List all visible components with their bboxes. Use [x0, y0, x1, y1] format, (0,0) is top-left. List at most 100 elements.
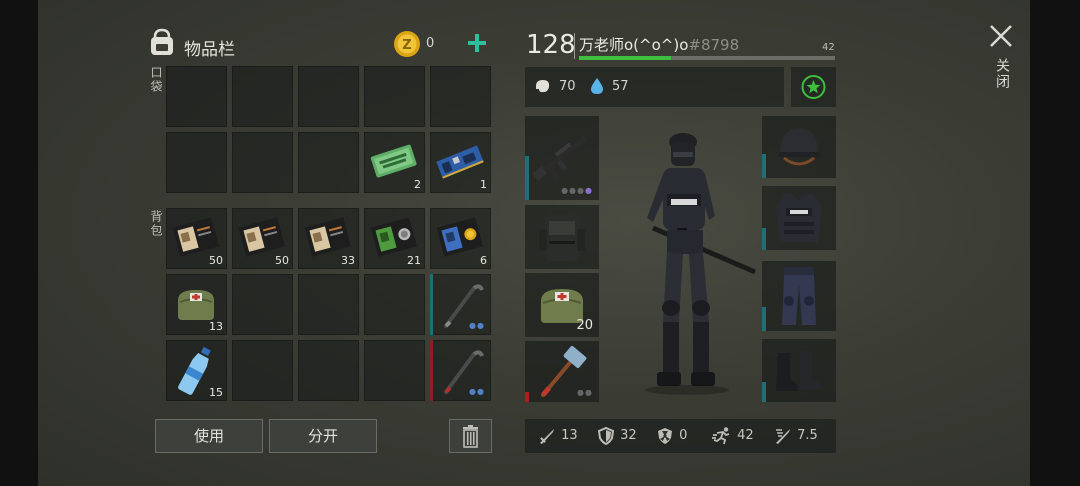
melee-slot[interactable]: ●● [525, 341, 599, 402]
backpack-slot[interactable] [364, 274, 425, 335]
backpack-slot-medkit-bag[interactable]: 13 [166, 274, 227, 335]
pants-slot[interactable] [762, 261, 836, 331]
durability-bar [762, 382, 766, 402]
item-count: 2 [414, 178, 421, 191]
helmet-icon [778, 128, 820, 166]
pocket-label: 口袋 [149, 66, 163, 94]
coin-icon: Z [393, 30, 421, 58]
weapon-slot[interactable]: ●●●● [525, 116, 599, 200]
pocket-slot[interactable] [232, 66, 293, 127]
item-count: 1 [480, 178, 487, 191]
defense-stat: 32 [596, 420, 637, 452]
stomach-icon [533, 76, 553, 96]
pocket-slot[interactable] [166, 132, 227, 193]
radiation-icon [658, 427, 672, 444]
character-model [623, 132, 763, 400]
helmet-slot[interactable] [762, 116, 836, 178]
durability-bar [430, 274, 433, 335]
boots-icon [776, 351, 822, 391]
backpack-slot-green-id-document[interactable]: 21 [364, 208, 425, 269]
pocket-slot[interactable] [298, 132, 359, 193]
backpack-slot[interactable] [298, 340, 359, 401]
svg-text:Z: Z [402, 38, 411, 53]
tactical-backpack-icon [539, 215, 585, 261]
player-id: #8798 [688, 36, 740, 54]
speed-value: 42 [737, 428, 754, 443]
water-value: 57 [612, 79, 629, 94]
pocket-slot[interactable] [430, 66, 491, 127]
close-button[interactable]: 关闭 [986, 22, 1016, 102]
player-level: 128 [526, 30, 576, 60]
body-armor-icon [776, 194, 822, 242]
pocket-slot[interactable] [298, 66, 359, 127]
water-drop-icon [589, 76, 605, 96]
durability-bar [762, 154, 766, 178]
xp-bar-fill [579, 56, 672, 60]
durability-bar [762, 228, 766, 250]
backpack-slot-equipped[interactable] [525, 205, 599, 269]
attack-stat: 13 [537, 420, 578, 452]
quality-dots: ●●●● [561, 186, 593, 195]
food-value: 70 [559, 79, 576, 94]
item-count: 20 [576, 318, 593, 333]
use-button[interactable]: 使用 [155, 419, 263, 453]
shield-icon [597, 426, 615, 445]
backpack-slot-crowbar[interactable]: ●● [430, 274, 491, 335]
inventory-title: 物品栏 [184, 40, 235, 60]
pocket-slot[interactable] [232, 132, 293, 193]
body-armor-slot[interactable] [762, 186, 836, 250]
item-count: 21 [407, 254, 421, 267]
running-icon [712, 426, 730, 444]
item-count: 15 [209, 386, 223, 399]
defense-value: 32 [620, 428, 637, 443]
backpack-slot[interactable] [364, 340, 425, 401]
close-label: 关闭 [994, 58, 1010, 90]
item-count: 6 [480, 254, 487, 267]
durability-bar [762, 307, 766, 331]
backpack-label: 背包 [149, 210, 163, 238]
backpack-slot[interactable] [232, 340, 293, 401]
backpack-slot[interactable] [232, 274, 293, 335]
medkit-slot[interactable]: 20 [525, 273, 599, 337]
star-badge-icon [801, 75, 826, 99]
coin-count: 0 [426, 36, 435, 51]
other-value: 7.5 [797, 428, 818, 443]
add-coins-button[interactable] [465, 30, 489, 56]
pocket-slot[interactable] [166, 66, 227, 127]
quality-dots: ●● [469, 321, 485, 330]
game-screen: 物品栏 Z 0 口袋 背包 2 1 50 50 33 21 6 13 ●● 15… [38, 0, 1030, 486]
backpack-icon [148, 27, 176, 57]
backpack-slot-id-document[interactable]: 50 [166, 208, 227, 269]
backpack-slot-blue-id-document[interactable]: 6 [430, 208, 491, 269]
durability-bar [525, 392, 529, 402]
header-divider [574, 33, 575, 59]
durability-bar [525, 156, 529, 200]
xp-value: 42 [822, 42, 835, 53]
item-count: 13 [209, 320, 223, 333]
speed-stat: 42 [711, 420, 754, 452]
crossed-swords-icon [776, 428, 790, 444]
radiation-value: 0 [679, 428, 688, 443]
trash-button[interactable] [449, 419, 492, 453]
split-button[interactable]: 分开 [269, 419, 377, 453]
backpack-slot[interactable] [298, 274, 359, 335]
favorite-button[interactable] [791, 67, 836, 107]
player-name-row: 万老师o(^o^)o#8798 [579, 34, 739, 55]
item-count: 50 [209, 254, 223, 267]
item-count: 50 [275, 254, 289, 267]
backpack-slot-crowbar[interactable]: ●● [430, 340, 491, 401]
quality-dots: ●● [469, 387, 485, 396]
item-count: 33 [341, 254, 355, 267]
close-icon [990, 25, 1012, 47]
backpack-slot-water-bottle[interactable]: 15 [166, 340, 227, 401]
backpack-slot-id-document[interactable]: 50 [232, 208, 293, 269]
pocket-slot-ration-coupon[interactable]: 2 [364, 132, 425, 193]
trash-icon [463, 425, 478, 448]
pocket-slot-circuit-board[interactable]: 1 [430, 132, 491, 193]
boots-slot[interactable] [762, 339, 836, 402]
attack-value: 13 [561, 428, 578, 443]
radiation-stat: 0 [655, 420, 687, 452]
pocket-slot[interactable] [364, 66, 425, 127]
backpack-slot-id-document[interactable]: 33 [298, 208, 359, 269]
quality-dots: ●● [577, 388, 593, 397]
